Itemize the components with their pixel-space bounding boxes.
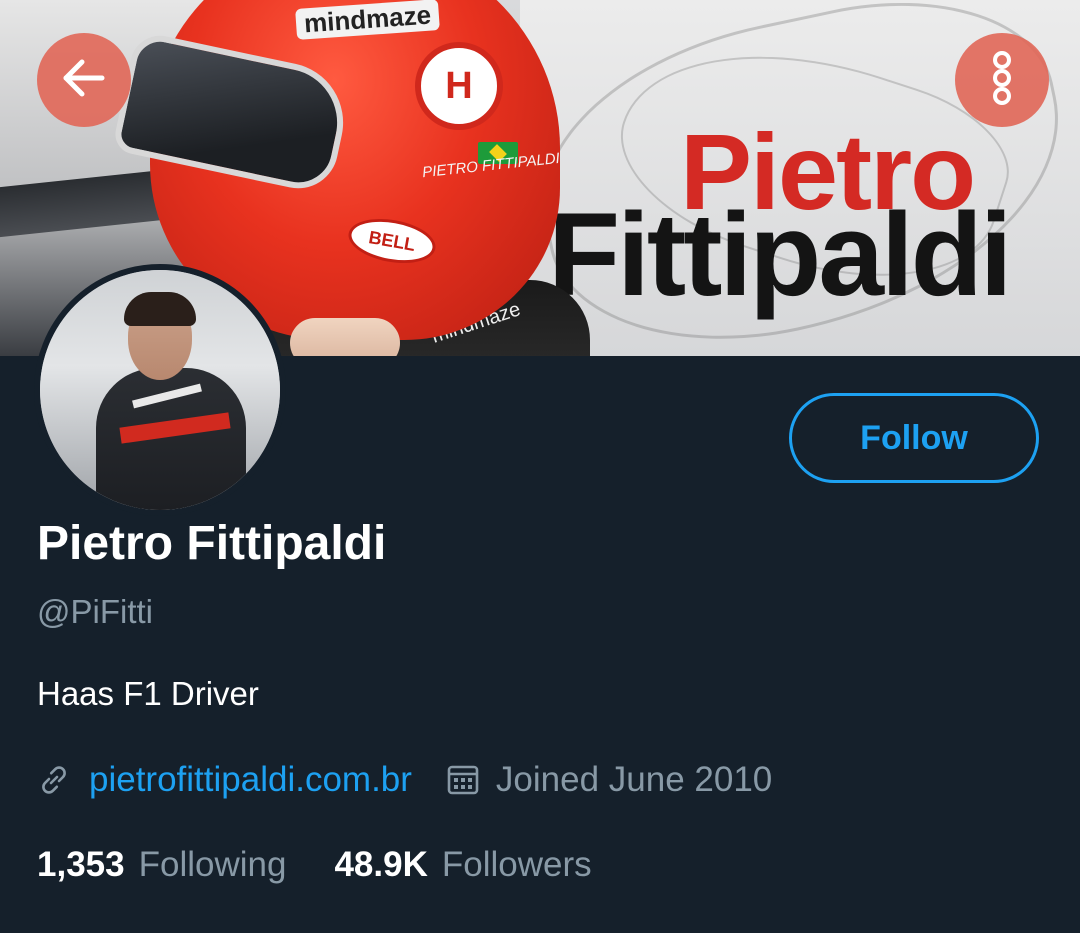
website-link[interactable]: pietrofittipaldi.com.br <box>89 756 412 804</box>
profile-page: Pietro Fittipaldi mindmaze mindmaze H PI… <box>0 0 1080 933</box>
following-count: 1,353 <box>37 845 125 884</box>
followers-stat[interactable]: 48.9K Followers <box>334 845 591 885</box>
user-handle: @PiFitti <box>37 593 153 630</box>
profile-meta-row: pietrofittipaldi.com.br Joined June 2010 <box>37 756 772 804</box>
arrow-left-icon <box>58 52 110 109</box>
avatar[interactable] <box>34 264 286 516</box>
more-vertical-icon <box>987 48 1017 113</box>
banner-name-last: Fittipaldi <box>548 189 1013 321</box>
following-label: Following <box>138 845 287 884</box>
back-button[interactable] <box>37 33 131 127</box>
joined-date: Joined June 2010 <box>495 760 773 799</box>
follow-button[interactable]: Follow <box>789 393 1039 483</box>
followers-count: 48.9K <box>334 845 428 884</box>
display-name: Pietro Fittipaldi <box>37 517 387 570</box>
profile-stats-row: 1,353 Following 48.9K Followers <box>37 840 592 890</box>
link-icon <box>37 763 71 797</box>
more-options-button[interactable] <box>955 33 1049 127</box>
user-bio: Haas F1 Driver <box>37 675 259 712</box>
banner-haas-logo: H <box>415 42 503 130</box>
avatar-hair <box>124 292 196 326</box>
calendar-icon <box>446 763 480 797</box>
followers-label: Followers <box>441 845 592 884</box>
following-stat[interactable]: 1,353 Following <box>37 845 286 885</box>
banner-glove <box>290 318 400 356</box>
